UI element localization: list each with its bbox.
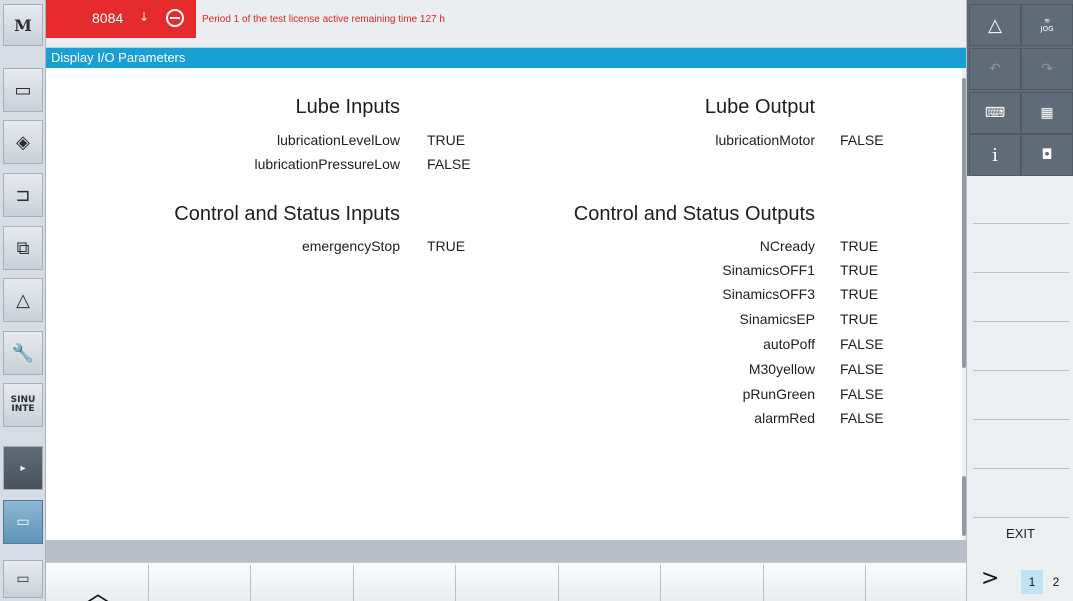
softkey-h4[interactable]: [354, 565, 456, 601]
keyboard-icon: ⌨: [984, 105, 1006, 121]
window-icon: ▭: [16, 514, 30, 530]
param-value: FALSE: [840, 336, 884, 352]
param-value: FALSE: [840, 410, 884, 426]
machine-area-button[interactable]: M: [3, 4, 43, 46]
param-name: lubricationMotor: [715, 132, 815, 148]
softkey-v7[interactable]: [973, 470, 1069, 518]
window-button[interactable]: ▭: [3, 560, 43, 598]
alarm-indicator[interactable]: 8084 ↓: [46, 0, 196, 38]
left-nav-bar: M ▭ ◈ ⊐ ⧉ △ 🔧 SINU INTE ▸ ▭ ▭: [0, 0, 46, 601]
right-top-panel: △ ≋ JOG ↶ ↷ ⌨ ▦ i ◘: [967, 0, 1073, 176]
param-name: pRunGreen: [742, 386, 815, 402]
softkey-h3[interactable]: [251, 565, 354, 601]
alarm-message: Period 1 of the test license active rema…: [202, 14, 445, 25]
param-value: FALSE: [840, 386, 884, 402]
sinumerik-integrate-icon: SINU INTE: [10, 395, 36, 414]
param-value: FALSE: [840, 361, 884, 377]
redo-button[interactable]: ↷: [1021, 48, 1073, 90]
no-entry-icon: [166, 9, 184, 27]
param-name: SinamicsOFF1: [722, 262, 815, 278]
program-manager-button[interactable]: ⊐: [3, 173, 43, 217]
io-parameters-panel: Lube Inputs lubricationLevelLow TRUE lub…: [46, 68, 966, 540]
copy-button[interactable]: ⧉: [3, 226, 43, 270]
param-value: TRUE: [427, 132, 466, 148]
param-value: FALSE: [840, 132, 884, 148]
param-name: NCready: [759, 238, 815, 254]
next-page-button[interactable]: >: [981, 566, 999, 591]
lube-output-title: Lube Output: [704, 96, 815, 118]
softkey-h5[interactable]: [456, 565, 559, 601]
lube-inputs-title: Lube Inputs: [295, 96, 400, 118]
diagnostics-button[interactable]: △: [3, 278, 43, 322]
machine-icon: M: [14, 15, 32, 35]
softkey-v2[interactable]: [973, 225, 1069, 273]
page-title: Display I/O Parameters: [46, 48, 966, 68]
sinumerik-integrate-button[interactable]: SINU INTE: [3, 383, 43, 427]
expand-button[interactable]: ▸: [3, 446, 43, 490]
vertical-softkey-bar: △ ≋ JOG ↶ ↷ ⌨ ▦ i ◘ EXIT > 1 2: [966, 0, 1073, 601]
control-status-outputs-title: Control and Status Outputs: [573, 203, 815, 225]
softkey-h7[interactable]: [661, 565, 764, 601]
softkey-v5[interactable]: [973, 372, 1069, 420]
softkey-v3[interactable]: [973, 274, 1069, 322]
softkey-v4[interactable]: [973, 323, 1069, 371]
alarm-overview-button[interactable]: △: [969, 4, 1021, 46]
param-value: FALSE: [427, 156, 471, 172]
alarm-sort-icon: ↓: [139, 10, 150, 24]
alarm-bar: 8084 ↓ Period 1 of the test license acti…: [46, 0, 966, 48]
exit-button[interactable]: EXIT: [967, 526, 1073, 541]
param-name: emergencyStop: [301, 238, 400, 254]
param-name: SinamicsOFF3: [722, 286, 815, 302]
undo-button[interactable]: ↶: [969, 48, 1021, 90]
copy-icon: ⧉: [16, 237, 30, 259]
param-value: TRUE: [840, 286, 879, 302]
active-window-button[interactable]: ▭: [3, 500, 43, 544]
diagnostics-icon: △: [16, 289, 30, 311]
param-name: alarmRed: [754, 410, 815, 426]
softkey-v6[interactable]: [973, 421, 1069, 469]
undo-icon: ↶: [989, 61, 1001, 77]
softkey-up[interactable]: ︿: [46, 565, 149, 601]
param-name: autoPoff: [763, 336, 815, 352]
screenshot-button[interactable]: ◘: [1021, 134, 1073, 176]
param-value: TRUE: [840, 238, 879, 254]
calculator-icon: ▦: [1040, 105, 1054, 121]
window-icon: ▭: [16, 571, 30, 587]
param-value: TRUE: [840, 262, 879, 278]
alarm-triangle-icon: △: [988, 14, 1002, 36]
softkey-h8[interactable]: [764, 565, 866, 601]
param-name: lubricationLevelLow: [277, 132, 400, 148]
page-2-button[interactable]: 2: [1045, 570, 1067, 594]
param-name: lubricationPressureLow: [254, 156, 400, 172]
status-strip: [46, 540, 966, 562]
param-name: M30yellow: [748, 361, 815, 377]
info-icon: i: [992, 144, 998, 166]
offset-button[interactable]: ◈: [3, 120, 43, 164]
chevron-up-icon: ︿: [86, 579, 110, 601]
param-value: TRUE: [427, 238, 466, 254]
offset-icon: ◈: [16, 131, 30, 153]
param-value: TRUE: [840, 311, 879, 327]
program-button[interactable]: ▭: [3, 68, 43, 112]
softkey-h2[interactable]: [149, 565, 251, 601]
expand-arrow-icon: ▸: [20, 462, 26, 474]
horizontal-softkey-bar: ︿: [46, 562, 966, 601]
calculator-button[interactable]: ▦: [1021, 92, 1073, 134]
page-1-button[interactable]: 1: [1021, 570, 1043, 594]
param-name: SinamicsEP: [739, 311, 815, 327]
info-button[interactable]: i: [969, 134, 1021, 176]
control-status-inputs-title: Control and Status Inputs: [174, 203, 400, 225]
setup-button[interactable]: 🔧: [3, 331, 43, 375]
setup-wrench-icon: 🔧: [11, 342, 35, 364]
program-manager-icon: ⊐: [15, 184, 31, 206]
softkey-h6[interactable]: [559, 565, 661, 601]
jog-button[interactable]: ≋ JOG: [1021, 4, 1073, 46]
keyboard-button[interactable]: ⌨: [969, 92, 1021, 134]
jog-icon: ≋ JOG: [1040, 17, 1054, 33]
program-icon: ▭: [14, 79, 32, 101]
redo-icon: ↷: [1041, 61, 1053, 77]
alarm-number: 8084: [92, 10, 124, 26]
softkey-v1[interactable]: [973, 176, 1069, 224]
camera-icon: ◘: [1041, 147, 1053, 163]
